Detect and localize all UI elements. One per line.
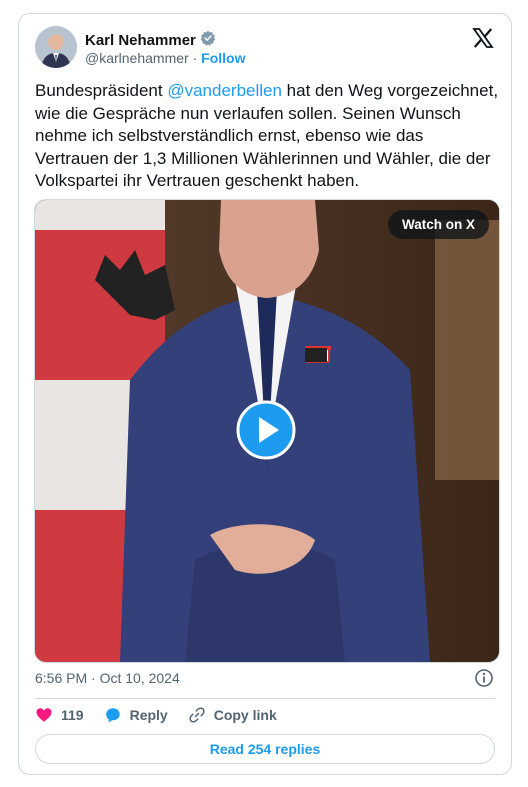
reply-label: Reply bbox=[129, 707, 168, 723]
tweet-card: Karl Nehammer @karlnehammer · Follow Bun… bbox=[18, 13, 512, 775]
name-row: Karl Nehammer bbox=[85, 30, 216, 51]
read-replies-button[interactable]: Read 254 replies bbox=[35, 734, 495, 764]
like-button[interactable]: 119 bbox=[35, 706, 84, 724]
watch-on-x-button[interactable]: Watch on X bbox=[388, 210, 489, 239]
like-count: 119 bbox=[61, 707, 84, 723]
play-icon[interactable] bbox=[236, 400, 296, 460]
tweet-header: Karl Nehammer @karlnehammer · Follow bbox=[35, 26, 495, 70]
copy-link-button[interactable]: Copy link bbox=[188, 706, 277, 724]
divider bbox=[35, 698, 495, 699]
timestamp[interactable]: 6:56 PM · Oct 10, 2024 bbox=[35, 670, 180, 686]
action-bar: 119 Reply Copy link bbox=[35, 706, 297, 724]
copy-link-label: Copy link bbox=[213, 707, 277, 723]
author-handle[interactable]: @karlnehammer bbox=[85, 50, 189, 66]
heart-icon bbox=[35, 706, 53, 724]
x-logo-icon[interactable] bbox=[471, 26, 495, 50]
info-icon[interactable] bbox=[474, 668, 494, 688]
reply-bubble-icon bbox=[104, 706, 122, 724]
link-icon bbox=[188, 706, 206, 724]
tweet-text: Bundespräsident @vanderbellen hat den We… bbox=[35, 80, 501, 193]
separator: · bbox=[192, 50, 198, 66]
video-player[interactable]: Watch on X bbox=[34, 199, 500, 663]
mention-link[interactable]: @vanderbellen bbox=[167, 81, 282, 100]
reply-button[interactable]: Reply bbox=[104, 706, 168, 724]
author-name[interactable]: Karl Nehammer bbox=[85, 32, 196, 49]
handle-row: @karlnehammer · Follow bbox=[85, 50, 245, 66]
verified-badge-icon bbox=[200, 30, 216, 51]
follow-button[interactable]: Follow bbox=[201, 50, 245, 66]
tweet-text-start: Bundespräsident bbox=[35, 81, 168, 100]
avatar[interactable] bbox=[35, 26, 77, 68]
